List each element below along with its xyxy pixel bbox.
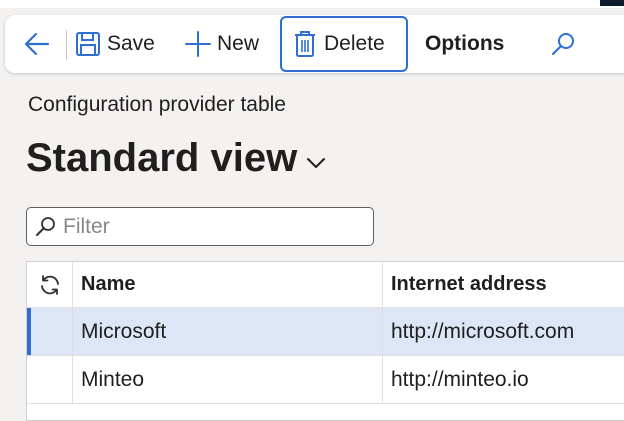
grid-header-row: Name Internet address bbox=[27, 262, 624, 308]
search-icon bbox=[36, 216, 55, 236]
column-header-name[interactable]: Name bbox=[73, 262, 383, 307]
name-cell[interactable]: Microsoft bbox=[73, 308, 383, 355]
new-label: New bbox=[217, 32, 260, 55]
action-toolbar: Save New Delete Options bbox=[5, 15, 624, 73]
refresh-icon bbox=[40, 274, 59, 295]
delete-label: Delete bbox=[324, 32, 385, 55]
search-icon bbox=[551, 33, 574, 56]
chevron-down-icon bbox=[307, 157, 326, 168]
data-grid: Name Internet address Microsoft http://m… bbox=[26, 261, 624, 421]
new-button[interactable]: New bbox=[183, 15, 259, 73]
view-selector[interactable]: Standard view bbox=[26, 136, 327, 181]
delete-button[interactable]: Delete bbox=[280, 16, 408, 72]
top-strip-dark bbox=[600, 0, 624, 6]
back-arrow-icon bbox=[24, 32, 50, 56]
plus-icon bbox=[185, 31, 211, 57]
view-title: Standard view bbox=[26, 136, 298, 180]
column-header-internet-address[interactable]: Internet address bbox=[383, 262, 624, 307]
refresh-button[interactable] bbox=[27, 262, 73, 307]
options-button[interactable]: Options bbox=[425, 15, 504, 73]
table-row[interactable]: Minteo http://minteo.io bbox=[27, 356, 624, 404]
save-icon bbox=[76, 32, 100, 56]
save-button[interactable]: Save bbox=[75, 15, 155, 73]
toolbar-separator bbox=[66, 30, 67, 60]
row-selector[interactable] bbox=[27, 308, 73, 355]
table-row[interactable]: Microsoft http://microsoft.com bbox=[27, 308, 624, 356]
page-caption: Configuration provider table bbox=[28, 93, 286, 116]
row-selector[interactable] bbox=[27, 356, 73, 403]
back-button[interactable] bbox=[17, 15, 57, 73]
options-label: Options bbox=[425, 32, 505, 55]
save-label: Save bbox=[107, 32, 155, 55]
internet-address-cell[interactable]: http://minteo.io bbox=[383, 356, 624, 403]
filter-input[interactable] bbox=[63, 214, 353, 239]
filter-box[interactable] bbox=[26, 207, 374, 246]
name-cell[interactable]: Minteo bbox=[73, 356, 383, 403]
search-button[interactable] bbox=[548, 15, 578, 73]
top-strip bbox=[0, 0, 624, 8]
internet-address-cell[interactable]: http://microsoft.com bbox=[383, 308, 624, 355]
trash-icon bbox=[295, 31, 315, 57]
